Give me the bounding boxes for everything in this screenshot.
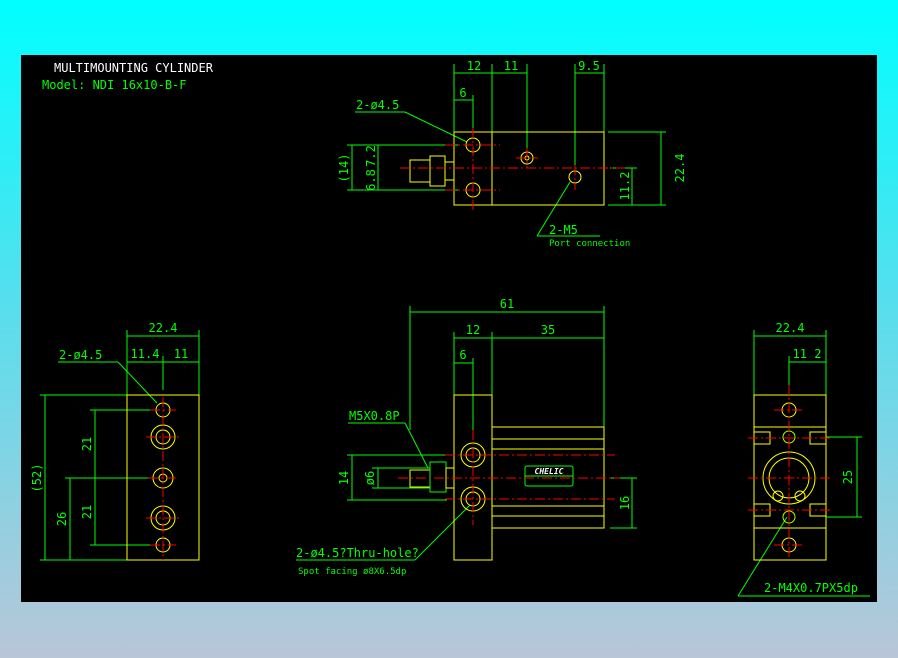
dim-11-2: 11.2 xyxy=(618,172,632,201)
model-label: Model: NDI 16x10-B-F xyxy=(42,78,187,92)
dim-11-4: 11.4 xyxy=(131,347,160,361)
hole-callout: 2-ø4.5 xyxy=(59,348,102,362)
thread-callout: 2-M4X0.7PX5dp xyxy=(764,581,858,595)
dim-22-4: 22.4 xyxy=(673,154,687,183)
dim-14: (14) xyxy=(337,154,351,183)
dim-35: 35 xyxy=(541,323,555,337)
dim-11-2: 11 2 xyxy=(793,347,822,361)
port-callout: 2-M5 xyxy=(549,223,578,237)
dim-52: (52) xyxy=(30,464,44,493)
hole-callout: 2-ø4.5?Thru-hole? xyxy=(296,546,419,560)
spot-facing-note: Spot facing ø8X6.5dp xyxy=(298,567,406,577)
dim-12: 12 xyxy=(466,323,480,337)
dim-phi6: ø6 xyxy=(363,471,377,485)
dim-14: 14 xyxy=(337,471,351,485)
dim-22-4: 22.4 xyxy=(776,321,805,335)
dim-6-8: 6.8 xyxy=(364,169,378,191)
dim-26: 26 xyxy=(55,512,69,526)
dim-16: 16 xyxy=(618,496,632,510)
dim-6: 6 xyxy=(459,86,466,100)
dim-22-4: 22.4 xyxy=(149,321,178,335)
brand-label: CHELIC xyxy=(535,467,564,476)
drawing-title: MULTIMOUNTING CYLINDER xyxy=(54,61,214,75)
dim-11: 11 xyxy=(174,347,188,361)
dim-7-2: 7.2 xyxy=(364,145,378,167)
cad-drawing: MULTIMOUNTING CYLINDER Model: NDI 16x10-… xyxy=(21,55,877,602)
dim-21-lower: 21 xyxy=(80,505,94,519)
port-note: Port connection xyxy=(549,239,630,249)
dim-12: 12 xyxy=(467,59,481,73)
dim-21-upper: 21 xyxy=(80,437,94,451)
thread-callout: M5X0.8P xyxy=(349,409,400,423)
dim-11: 11 xyxy=(504,59,518,73)
dim-6: 6 xyxy=(459,348,466,362)
dim-25: 25 xyxy=(841,470,855,484)
dim-61: 61 xyxy=(500,297,514,311)
dim-9-5: 9.5 xyxy=(578,59,600,73)
hole-callout: 2-ø4.5 xyxy=(356,98,399,112)
